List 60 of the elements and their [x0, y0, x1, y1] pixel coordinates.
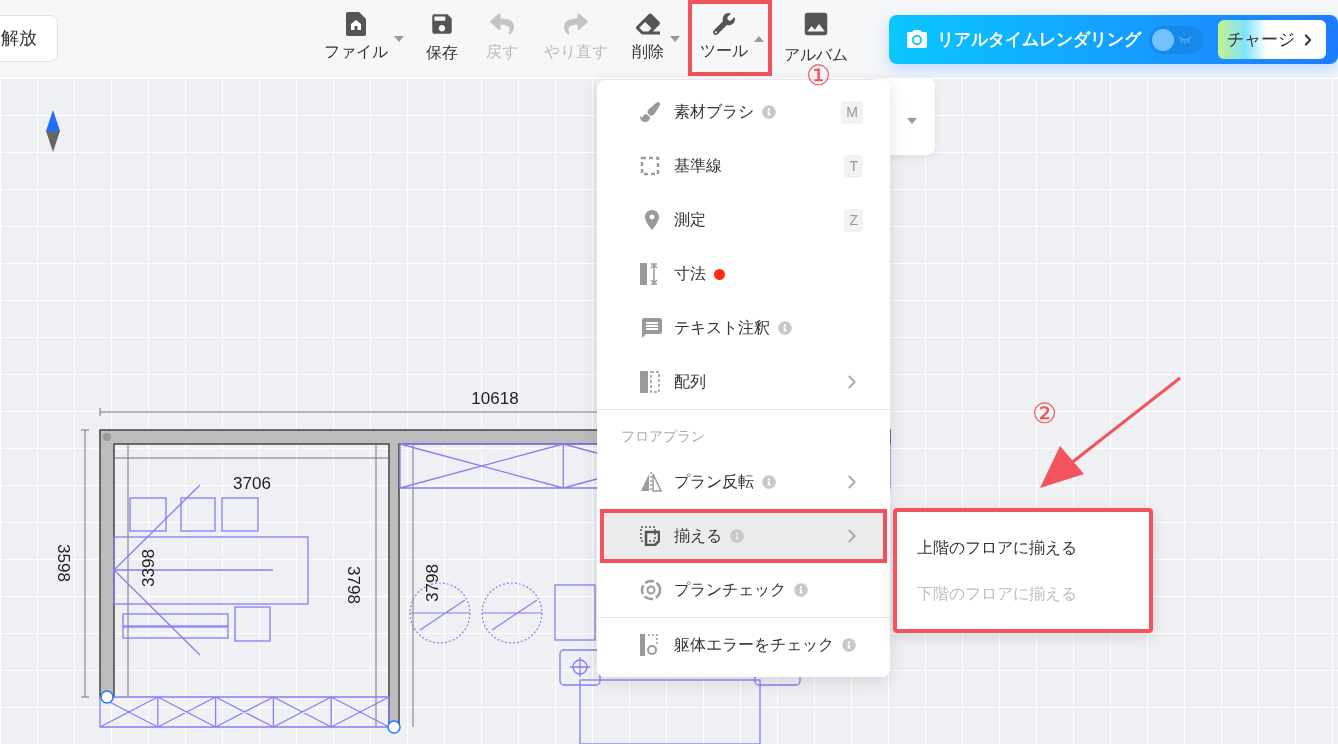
eraser-icon — [636, 12, 660, 36]
structure-check-icon — [640, 634, 658, 656]
caret-down-icon — [394, 36, 404, 42]
dimension-label: 3706 — [233, 474, 271, 494]
caret-up-icon — [754, 36, 764, 42]
dimension-label: 3598 — [53, 544, 73, 582]
menu-label: 測定 — [674, 210, 706, 230]
toolbar-button[interactable]: 保存 — [412, 0, 472, 76]
caret-down-icon — [907, 117, 917, 124]
info-icon — [778, 321, 792, 335]
redo-icon — [564, 12, 588, 36]
flip-icon — [640, 472, 662, 492]
menu-label: 揃える — [674, 526, 722, 546]
info-icon — [794, 583, 808, 597]
render-label: リアルタイムレンダリング — [937, 28, 1141, 51]
step-marker: ② — [1032, 400, 1057, 428]
array-icon — [640, 371, 660, 393]
info-icon — [762, 105, 776, 119]
charge-button[interactable]: チャージ — [1218, 20, 1326, 59]
menu-label: 素材ブラシ — [674, 102, 754, 122]
file-icon — [346, 12, 366, 36]
closed-eye-icon — [1178, 35, 1192, 44]
dimension-label: 3798 — [343, 566, 363, 604]
guide-icon — [640, 156, 660, 176]
menu-label: プランチェック — [674, 580, 786, 600]
toolbar-button[interactable]: ファイル — [312, 0, 412, 76]
align-icon — [640, 526, 660, 546]
section-header: フロアプラン — [620, 427, 706, 446]
shortcut-key: T — [844, 154, 863, 178]
handle-icon[interactable] — [387, 720, 401, 734]
caret-down-icon — [670, 36, 680, 42]
dimension-label: 3398 — [139, 549, 159, 587]
dimension-label: 10618 — [471, 389, 519, 409]
info-icon — [842, 638, 856, 652]
menu-item[interactable]: 揃える — [600, 509, 887, 563]
menu-label: テキスト注釈 — [674, 318, 770, 338]
menu-label: 躯体エラーをチェック — [674, 635, 834, 655]
info-icon — [730, 529, 744, 543]
wrench-icon — [713, 13, 735, 35]
save-icon — [429, 11, 455, 37]
dimension-label: 3798 — [423, 564, 443, 602]
toolbar-button[interactable]: ツール — [688, 0, 772, 76]
submenu-item[interactable]: 上階のフロアに揃える — [917, 535, 1153, 560]
toolbar-button[interactable]: 削除 — [620, 0, 688, 76]
handle-icon[interactable] — [100, 690, 114, 704]
brush-icon — [640, 102, 660, 122]
menu-label: プラン反転 — [674, 472, 754, 492]
shortcut-key: M — [841, 100, 863, 124]
release-button[interactable]: 解放 — [0, 15, 58, 62]
menu-label: 配列 — [674, 372, 706, 392]
comment-icon — [640, 316, 664, 340]
menu-label: 基準線 — [674, 156, 722, 176]
menu-label: 寸法 — [674, 264, 706, 284]
check-cycle-icon — [640, 579, 662, 601]
render-toggle[interactable] — [1149, 25, 1203, 54]
dimension-icon — [640, 263, 660, 285]
compass-icon — [46, 110, 60, 152]
undo-icon — [490, 12, 514, 36]
info-icon — [762, 475, 776, 489]
shortcut-key: Z — [844, 208, 863, 232]
